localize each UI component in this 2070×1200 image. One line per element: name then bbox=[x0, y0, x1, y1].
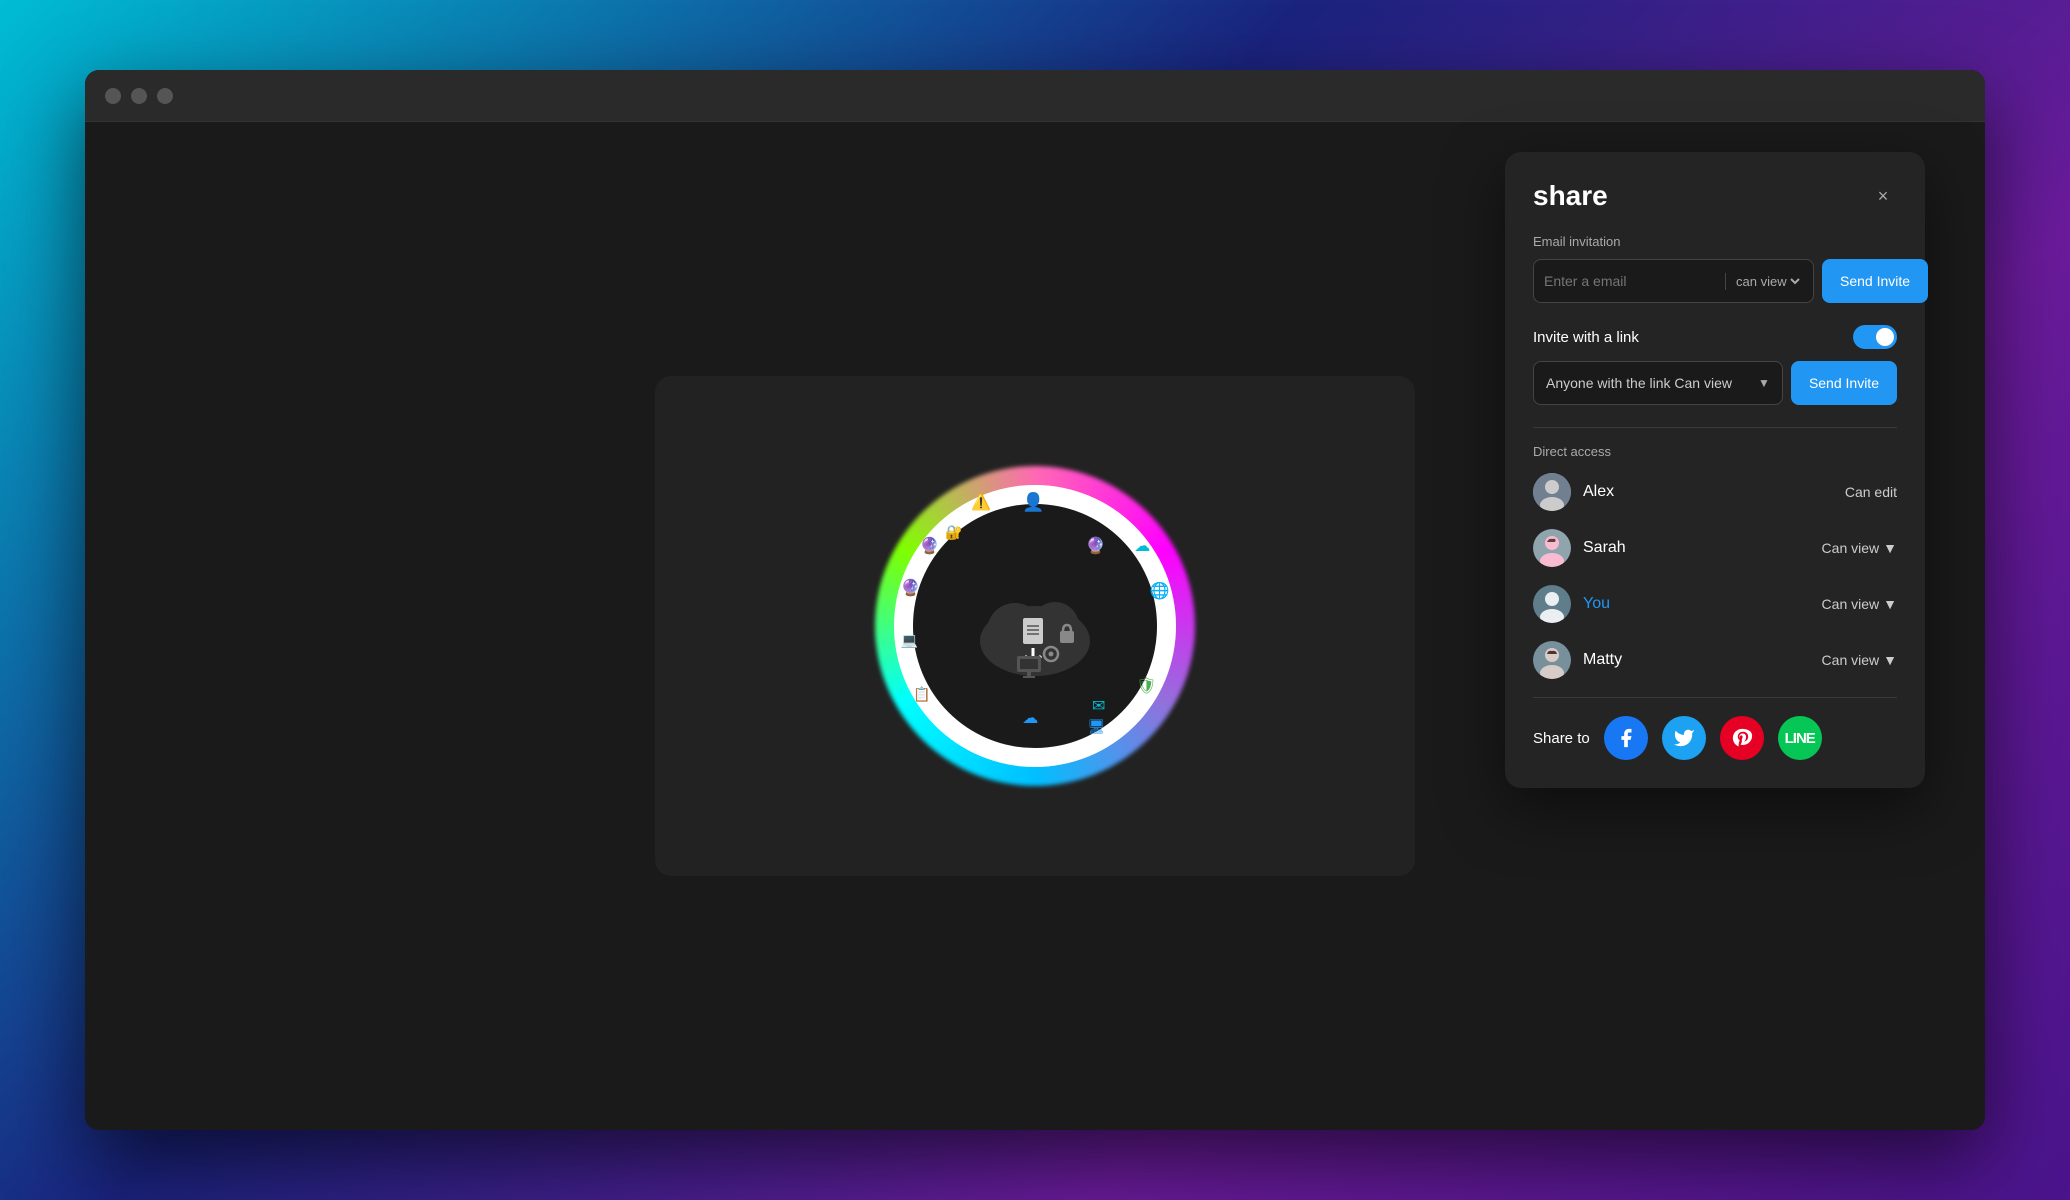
orbit-icon-4: 🛡 bbox=[1136, 676, 1156, 696]
share-to-label: Share to bbox=[1533, 730, 1590, 747]
close-button[interactable]: × bbox=[1869, 182, 1897, 210]
share-twitter-button[interactable] bbox=[1662, 716, 1706, 760]
traffic-light-minimize[interactable] bbox=[131, 88, 147, 104]
email-row: can view can edit Send Invite bbox=[1533, 259, 1897, 303]
orbit-icon-5: ☁ bbox=[1022, 708, 1038, 728]
divider-1 bbox=[1533, 427, 1897, 428]
orbit-icon-3: 🌐 bbox=[1149, 581, 1169, 601]
avatar-you bbox=[1533, 585, 1571, 623]
image-frame: 👤 ☁ 🌐 🛡 ☁ 📋 🔮 🔮 ⚠️ 🔐 🔮 🖥 💻 ✉ bbox=[655, 376, 1415, 876]
titlebar bbox=[85, 70, 1985, 122]
orbit-icon-7: 🔮 bbox=[901, 578, 921, 598]
permission-sarah[interactable]: Can view ▼ bbox=[1822, 540, 1897, 556]
user-row-matty: Matty Can view ▼ bbox=[1533, 641, 1897, 679]
email-permission-select[interactable]: can view can edit bbox=[1725, 273, 1803, 290]
orbit-icon-1: 👤 bbox=[1022, 492, 1044, 513]
chevron-you-icon: ▼ bbox=[1883, 596, 1897, 612]
share-pinterest-button[interactable] bbox=[1720, 716, 1764, 760]
user-name-sarah: Sarah bbox=[1583, 539, 1822, 557]
send-invite-link-button[interactable]: Send Invite bbox=[1791, 361, 1897, 405]
share-facebook-button[interactable] bbox=[1604, 716, 1648, 760]
orbit-icon-9: ⚠️ bbox=[971, 492, 991, 512]
email-section-label: Email invitation bbox=[1533, 234, 1897, 249]
cloud-illustration: 👤 ☁ 🌐 🛡 ☁ 📋 🔮 🔮 ⚠️ 🔐 🔮 🖥 💻 ✉ bbox=[875, 466, 1195, 786]
permission-you[interactable]: Can view ▼ bbox=[1822, 596, 1897, 612]
traffic-light-maximize[interactable] bbox=[157, 88, 173, 104]
user-name-you: You bbox=[1583, 595, 1822, 613]
chevron-matty-icon: ▼ bbox=[1883, 652, 1897, 668]
orbit-icon-13: 💻 bbox=[901, 632, 918, 649]
direct-access-label: Direct access bbox=[1533, 444, 1897, 459]
share-title: share bbox=[1533, 180, 1608, 212]
permission-alex: Can edit bbox=[1845, 484, 1897, 500]
chevron-sarah-icon: ▼ bbox=[1883, 540, 1897, 556]
link-row: Invite with a link bbox=[1533, 325, 1897, 349]
share-to-row: Share to LINE bbox=[1533, 716, 1897, 760]
user-row-alex: Alex Can edit bbox=[1533, 473, 1897, 511]
link-select-row: Anyone with the link Can view ▼ Send Inv… bbox=[1533, 361, 1897, 405]
user-row-sarah: Sarah Can view ▼ bbox=[1533, 529, 1897, 567]
orbit-icon-14: ✉ bbox=[1092, 696, 1105, 716]
chevron-down-icon: ▼ bbox=[1758, 376, 1770, 390]
avatar-sarah bbox=[1533, 529, 1571, 567]
share-panel: share × Email invitation can view can ed… bbox=[1505, 152, 1925, 788]
app-window: 👤 ☁ 🌐 🛡 ☁ 📋 🔮 🔮 ⚠️ 🔐 🔮 🖥 💻 ✉ bbox=[85, 70, 1985, 1130]
orbit-icon-2: ☁ bbox=[1134, 536, 1150, 556]
invite-link-label: Invite with a link bbox=[1533, 329, 1639, 346]
share-panel-header: share × bbox=[1533, 180, 1897, 212]
send-invite-email-button[interactable]: Send Invite bbox=[1822, 259, 1928, 303]
user-row-you: You Can view ▼ bbox=[1533, 585, 1897, 623]
link-permission-wrap[interactable]: Anyone with the link Can view ▼ bbox=[1533, 361, 1783, 405]
link-permission-text: Anyone with the link Can view bbox=[1546, 375, 1758, 391]
traffic-light-close[interactable] bbox=[105, 88, 121, 104]
orbit-icon-12: 🖥 bbox=[1088, 718, 1106, 735]
user-name-alex: Alex bbox=[1583, 483, 1845, 501]
avatar-matty bbox=[1533, 641, 1571, 679]
orbit-icon-11: 🔮 bbox=[1085, 536, 1105, 556]
email-input-wrap: can view can edit bbox=[1533, 259, 1814, 303]
orbit-icon-8: 🔮 bbox=[920, 536, 940, 556]
divider-2 bbox=[1533, 697, 1897, 698]
share-line-button[interactable]: LINE bbox=[1778, 716, 1822, 760]
email-input[interactable] bbox=[1544, 273, 1725, 289]
avatar-alex bbox=[1533, 473, 1571, 511]
orbit-icon-10: 🔐 bbox=[945, 524, 962, 541]
invite-link-toggle[interactable] bbox=[1853, 325, 1897, 349]
user-name-matty: Matty bbox=[1583, 651, 1822, 669]
orbit-icon-6: 📋 bbox=[913, 686, 930, 703]
main-content: 👤 ☁ 🌐 🛡 ☁ 📋 🔮 🔮 ⚠️ 🔐 🔮 🖥 💻 ✉ bbox=[85, 122, 1985, 1130]
permission-matty[interactable]: Can view ▼ bbox=[1822, 652, 1897, 668]
